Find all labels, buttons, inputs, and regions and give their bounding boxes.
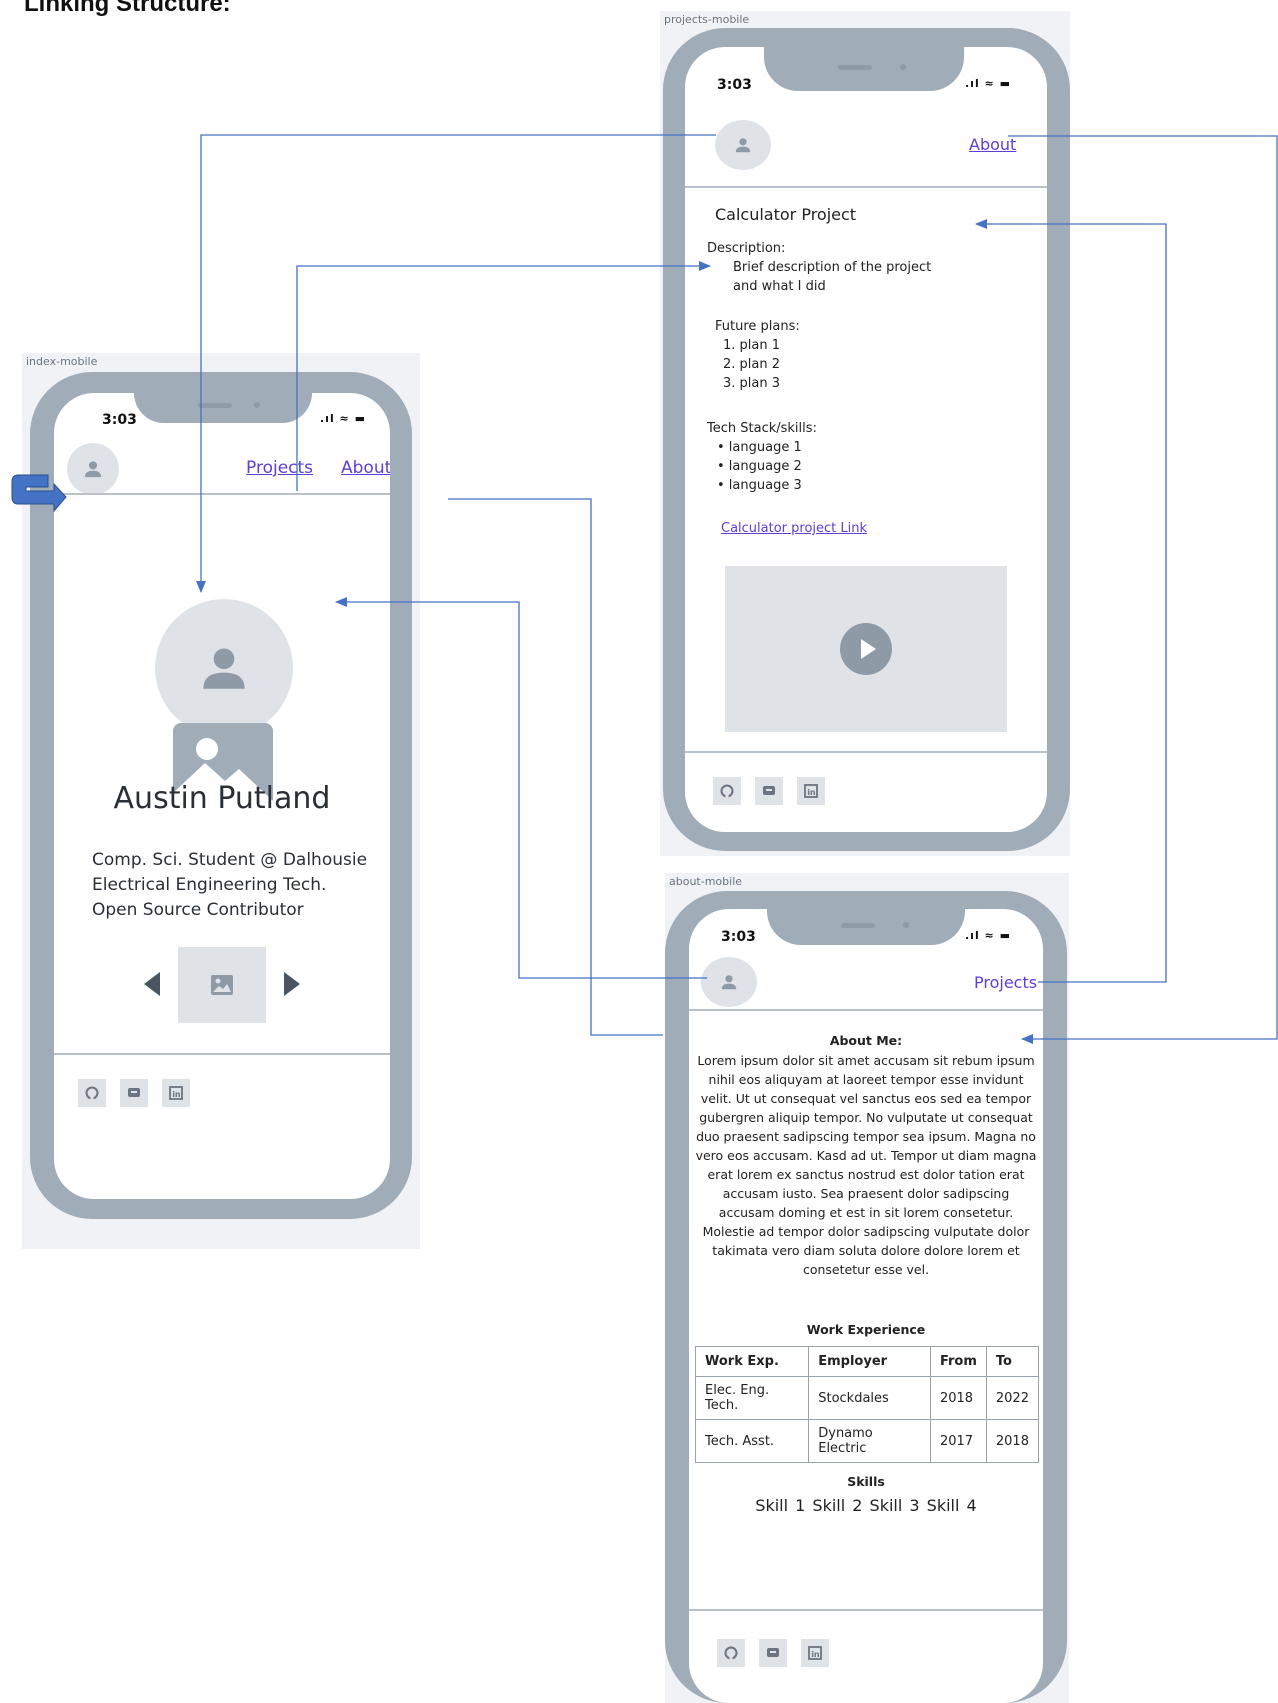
arrow-about-avatar-to-index bbox=[335, 597, 707, 979]
self-link-arrow-icon bbox=[11, 474, 67, 513]
arrow-projects-about-to-about bbox=[1008, 135, 1278, 1044]
arrow-projects-avatar-to-index bbox=[196, 134, 716, 593]
arrow-index-projects-to-projects bbox=[296, 261, 711, 491]
link-arrows bbox=[11, 134, 1278, 1044]
arrow-about-projects-to-projects bbox=[975, 219, 1167, 983]
arrow-index-about-to-about bbox=[448, 498, 663, 1036]
